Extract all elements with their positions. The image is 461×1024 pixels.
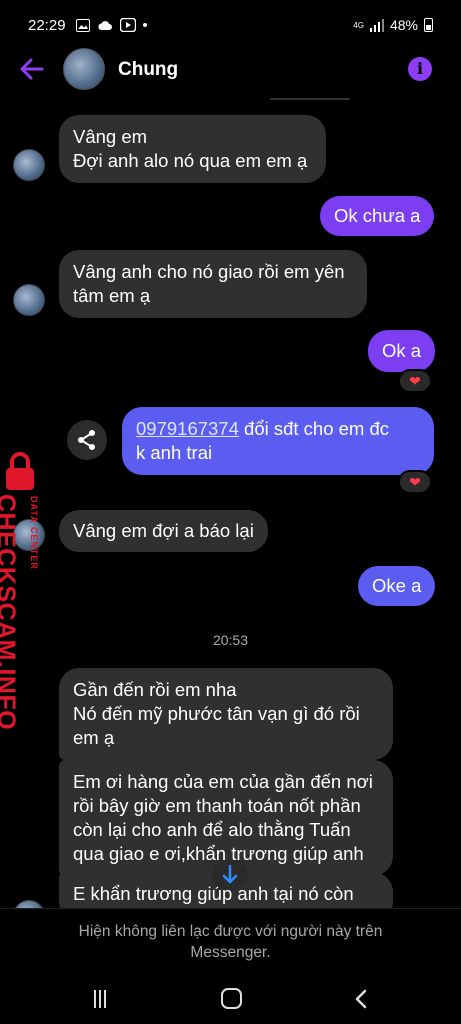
message-line: còn lại cho anh để alo thằng Tuấn bbox=[73, 819, 351, 840]
gallery-icon bbox=[75, 18, 90, 32]
contact-name[interactable]: Chung bbox=[118, 59, 178, 81]
contact-avatar[interactable] bbox=[63, 48, 105, 90]
message-text: Oke a bbox=[372, 575, 422, 596]
message-line: rồi bây giờ em thanh toán nốt phần bbox=[73, 795, 361, 816]
padlock-icon bbox=[6, 452, 34, 490]
message-line: Gần đến rồi em nha bbox=[73, 679, 237, 700]
message-outgoing[interactable]: 0979167374 đổi sđt cho em đc k anh trai bbox=[122, 407, 434, 475]
checkscam-watermark: CHECKSCAM.INFO DATA CENTER bbox=[0, 448, 60, 730]
conversation-header: Chung i bbox=[0, 45, 461, 97]
message-line: Nó đến mỹ phước tân vạn gì đó rồi bbox=[73, 703, 360, 724]
message-line: k anh trai bbox=[136, 442, 213, 463]
message-outgoing[interactable]: Oke a bbox=[358, 566, 436, 606]
blocked-notice-bar: Hiện không liên lạc được với người này t… bbox=[0, 908, 461, 978]
timestamp: 20:53 bbox=[212, 632, 249, 648]
status-time: 22:29 bbox=[28, 16, 66, 34]
message-text: Ok a bbox=[382, 340, 422, 361]
network-type-icon: 4G bbox=[353, 20, 364, 30]
contact-avatar-small[interactable] bbox=[13, 149, 45, 181]
share-button[interactable] bbox=[67, 420, 107, 460]
message-line: em ạ bbox=[73, 727, 115, 748]
notification-icons bbox=[75, 18, 147, 32]
scroll-down-button[interactable] bbox=[212, 860, 248, 890]
message-line: Em ơi hàng của em của gần đến nơi bbox=[73, 771, 373, 792]
message-line: Vâng em bbox=[73, 126, 148, 147]
info-icon[interactable]: i bbox=[408, 57, 432, 81]
recent-apps-icon[interactable] bbox=[94, 990, 112, 1008]
signal-icon bbox=[369, 18, 384, 32]
message-incoming[interactable]: Em ơi hàng của em của gần đến nơi rồi bâ… bbox=[59, 760, 393, 876]
message-incoming[interactable]: Vâng em đợi a báo lại bbox=[59, 510, 268, 552]
phone-number-link[interactable]: 0979167374 bbox=[136, 418, 239, 439]
header-divider bbox=[270, 98, 350, 100]
heart-reaction-icon[interactable]: ❤ bbox=[398, 470, 432, 494]
message-outgoing[interactable]: Ok a bbox=[368, 330, 436, 372]
message-incoming[interactable]: Vâng em Đợi anh alo nó qua em em ạ bbox=[59, 115, 326, 183]
video-icon bbox=[119, 18, 136, 32]
cloud-icon bbox=[98, 20, 112, 30]
dot-icon bbox=[142, 23, 147, 27]
message-line: tâm em ạ bbox=[73, 285, 151, 306]
message-text: đổi sđt cho em đc bbox=[238, 418, 390, 439]
message-outgoing[interactable]: Ok chưa a bbox=[320, 196, 435, 236]
message-incoming[interactable]: Vâng anh cho nó giao rồi em yên tâm em ạ bbox=[59, 250, 367, 318]
message-text: Ok chưa a bbox=[334, 205, 421, 226]
contact-avatar-small[interactable] bbox=[13, 284, 45, 316]
battery-percent: 48% bbox=[389, 17, 418, 33]
message-line: Đợi anh alo nó qua em em ạ bbox=[73, 150, 308, 171]
home-icon[interactable] bbox=[221, 988, 242, 1009]
watermark-brand-text: CHECKSCAM.INFO bbox=[0, 494, 20, 731]
watermark-sub-text: DATA CENTER bbox=[29, 496, 39, 570]
message-text: Vâng em đợi a báo lại bbox=[73, 520, 254, 541]
message-incoming[interactable]: Gần đến rồi em nha Nó đến mỹ phước tân v… bbox=[59, 668, 393, 760]
status-bar: 22:29 4G 48% bbox=[0, 0, 461, 50]
back-arrow-icon[interactable] bbox=[18, 55, 46, 83]
system-navigation-bar bbox=[0, 978, 461, 1024]
arrow-down-icon bbox=[222, 864, 238, 884]
message-line: Vâng anh cho nó giao rồi em yên bbox=[73, 261, 345, 282]
nav-back-icon[interactable] bbox=[352, 989, 372, 1009]
battery-icon bbox=[424, 18, 433, 32]
blocked-notice-text: Hiện không liên lạc được với người này t… bbox=[78, 923, 383, 961]
share-icon bbox=[78, 430, 95, 450]
heart-reaction-icon[interactable]: ❤ bbox=[398, 369, 432, 393]
